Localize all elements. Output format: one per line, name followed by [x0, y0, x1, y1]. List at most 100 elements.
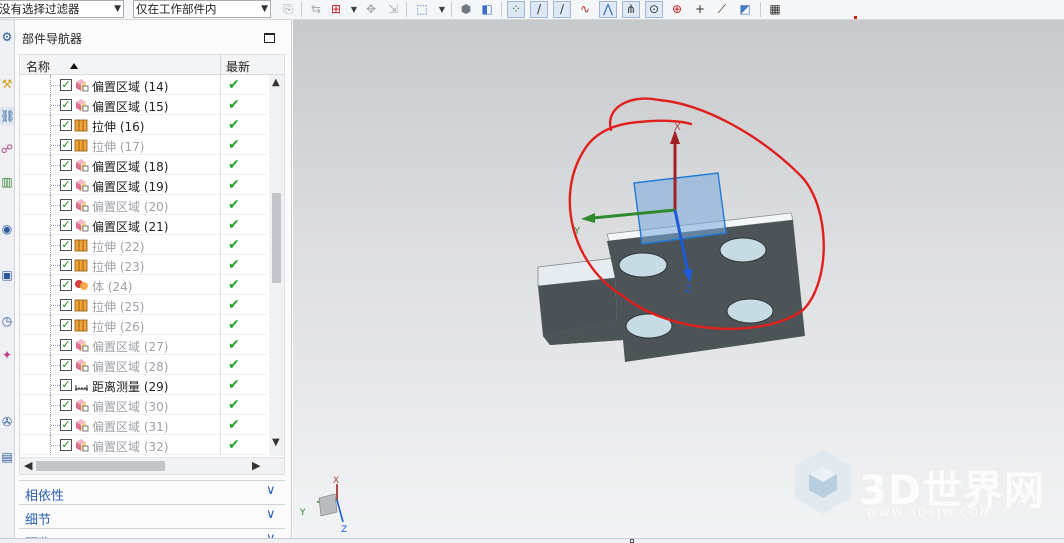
- maximize-icon[interactable]: [264, 33, 275, 43]
- point-icon[interactable]: +: [691, 1, 709, 18]
- endpoint-snap-icon[interactable]: ⁘: [507, 1, 525, 18]
- visibility-checkbox[interactable]: ✓: [60, 279, 72, 291]
- visibility-checkbox[interactable]: ✓: [60, 239, 72, 251]
- visibility-checkbox[interactable]: ✓: [60, 319, 72, 331]
- history-clock-icon[interactable]: ◷: [0, 312, 14, 330]
- visibility-checkbox[interactable]: ✓: [60, 359, 72, 371]
- tree-row[interactable]: ✓ 偏置区域 (14) ✔: [20, 75, 268, 95]
- scroll-down-icon[interactable]: ▼: [272, 437, 280, 448]
- tree-row[interactable]: ✓ 拉伸 (22) ✔: [20, 235, 268, 255]
- line-icon[interactable]: /: [530, 1, 548, 18]
- grid-icon[interactable]: ▦: [766, 1, 784, 18]
- tree-row[interactable]: ✓ 拉伸 (16) ✔: [20, 115, 268, 135]
- resize-grip[interactable]: [630, 539, 634, 543]
- move-icon[interactable]: ✥: [362, 1, 380, 18]
- column-divider: [220, 235, 221, 255]
- chevron-down-icon: ∨: [266, 507, 276, 522]
- visibility-checkbox[interactable]: ✓: [60, 439, 72, 451]
- column-header-name[interactable]: 名称: [26, 58, 50, 75]
- deselect-icon[interactable]: ⎘: [279, 1, 297, 18]
- tree-connector: [51, 365, 60, 366]
- tree-row[interactable]: ✓ 拉伸 (23) ✔: [20, 255, 268, 275]
- spline-icon[interactable]: ∿: [576, 1, 594, 18]
- visibility-checkbox[interactable]: ✓: [60, 379, 72, 391]
- vertical-scrollbar[interactable]: ▲ ▼: [269, 75, 284, 456]
- reuse-library-icon[interactable]: ▥: [0, 173, 14, 191]
- tree-row[interactable]: ✓ 拉伸 (26) ✔: [20, 315, 268, 335]
- tree-row[interactable]: ✓ 偏置区域 (15) ✔: [20, 95, 268, 115]
- process-studio-icon[interactable]: ✇: [0, 413, 14, 431]
- section-details[interactable]: 细节 ∨: [19, 504, 285, 528]
- up-to-date-check-icon: ✔: [228, 277, 240, 293]
- visibility-checkbox[interactable]: ✓: [60, 79, 72, 91]
- feature-label: 偏置区域 (32): [92, 440, 169, 454]
- scroll-up-icon[interactable]: ▲: [272, 77, 280, 88]
- web-browser-icon[interactable]: ◉: [0, 220, 14, 238]
- settings-icon[interactable]: ⚙: [0, 28, 14, 46]
- visibility-checkbox[interactable]: ✓: [60, 159, 72, 171]
- x-axis-label: X: [674, 122, 681, 133]
- tree-row[interactable]: ✓ 拉伸 (25) ✔: [20, 295, 268, 315]
- scope-filter-dropdown[interactable]: 仅在工作部件内 ▼: [133, 0, 271, 18]
- constraint-navigator-icon[interactable]: ⛓: [0, 107, 15, 125]
- section-title: 细节: [25, 513, 52, 528]
- center-icon[interactable]: ⊙: [645, 1, 663, 18]
- select-box-icon[interactable]: ⬚: [413, 1, 431, 18]
- visibility-checkbox[interactable]: ✓: [60, 119, 72, 131]
- roles-icon[interactable]: ▤: [0, 448, 14, 466]
- polyline-icon[interactable]: ⋀: [599, 1, 617, 18]
- point-dialog-icon[interactable]: ⊞: [327, 1, 345, 18]
- scroll-left-icon[interactable]: ◀: [24, 459, 32, 472]
- view-icon[interactable]: ◧: [478, 1, 496, 18]
- horizontal-scrollbar[interactable]: ◀ ▶: [20, 457, 284, 474]
- tree-row[interactable]: ✓ 偏置区域 (19) ✔: [20, 175, 268, 195]
- tree-row[interactable]: ✓ 偏置区域 (28) ✔: [20, 355, 268, 375]
- assembly-navigator-icon[interactable]: ⚒: [0, 75, 14, 93]
- tree-row[interactable]: ✓ 偏置区域 (32) ✔: [20, 435, 268, 455]
- graphics-window[interactable]: X Y Z X Y Z 3D世界网 WWW.3DSJW.COM: [293, 20, 1064, 538]
- history-icon[interactable]: ▣: [0, 266, 14, 284]
- feature-tree: 名称 最新 ✓ 偏置区域 (14) ✔ ✓ 偏置区域 (15) ✔ ✓ 拉伸 (16) ✔ ✓ 拉伸…: [19, 54, 285, 475]
- view-section-icon[interactable]: ◩: [736, 1, 754, 18]
- tree-row[interactable]: ✓ 距离测量 (29) ✔: [20, 375, 268, 395]
- visibility-checkbox[interactable]: ✓: [60, 219, 72, 231]
- tree-row[interactable]: ✓ 拉伸 (17) ✔: [20, 135, 268, 155]
- chevron-down-icon: ∨: [266, 483, 276, 498]
- visibility-checkbox[interactable]: ✓: [60, 419, 72, 431]
- tree-row[interactable]: ✓ 体 (24) ✔: [20, 275, 268, 295]
- move-icon[interactable]: ⇲: [384, 1, 402, 18]
- tree-row[interactable]: ✓ 偏置区域 (18) ✔: [20, 155, 268, 175]
- scroll-thumb[interactable]: [36, 461, 165, 471]
- chevron-down-icon[interactable]: ▼: [345, 1, 363, 18]
- system-materials-icon[interactable]: ✦: [0, 346, 14, 364]
- tree-row[interactable]: ✓ 偏置区域 (21) ✔: [20, 215, 268, 235]
- chevron-down-icon[interactable]: ▼: [433, 1, 451, 18]
- column-divider: [220, 315, 221, 335]
- visibility-checkbox[interactable]: ✓: [60, 139, 72, 151]
- feature-label: 偏置区域 (21): [92, 220, 169, 234]
- shaded-icon[interactable]: ⬢: [457, 1, 475, 18]
- curve-icon[interactable]: ∕: [553, 1, 571, 18]
- visibility-checkbox[interactable]: ✓: [60, 339, 72, 351]
- part-navigator-icon[interactable]: ☍: [0, 140, 14, 158]
- column-divider[interactable]: [220, 55, 221, 75]
- visibility-checkbox[interactable]: ✓: [60, 179, 72, 191]
- intersection-icon[interactable]: ⋔: [622, 1, 640, 18]
- tree-row[interactable]: ✓ 偏置区域 (27) ✔: [20, 335, 268, 355]
- visibility-checkbox[interactable]: ✓: [60, 299, 72, 311]
- tree-row[interactable]: ✓ 偏置区域 (30) ✔: [20, 395, 268, 415]
- visibility-checkbox[interactable]: ✓: [60, 199, 72, 211]
- tangent-icon[interactable]: ⟋: [713, 1, 731, 18]
- scroll-right-icon[interactable]: ▶: [252, 459, 260, 472]
- visibility-checkbox[interactable]: ✓: [60, 259, 72, 271]
- quadrant-icon[interactable]: ⊕: [668, 1, 686, 18]
- tree-row[interactable]: ✓ 偏置区域 (20) ✔: [20, 195, 268, 215]
- visibility-checkbox[interactable]: ✓: [60, 399, 72, 411]
- scroll-thumb[interactable]: [272, 193, 281, 283]
- column-header-latest[interactable]: 最新: [226, 58, 250, 75]
- tree-row[interactable]: ✓ 偏置区域 (31) ✔: [20, 415, 268, 435]
- section-dependencies[interactable]: 相依性 ∨: [19, 480, 285, 504]
- selection-filter-dropdown[interactable]: 没有选择过滤器 ▼: [0, 0, 124, 18]
- snap-icon[interactable]: ⇆: [307, 1, 325, 18]
- visibility-checkbox[interactable]: ✓: [60, 99, 72, 111]
